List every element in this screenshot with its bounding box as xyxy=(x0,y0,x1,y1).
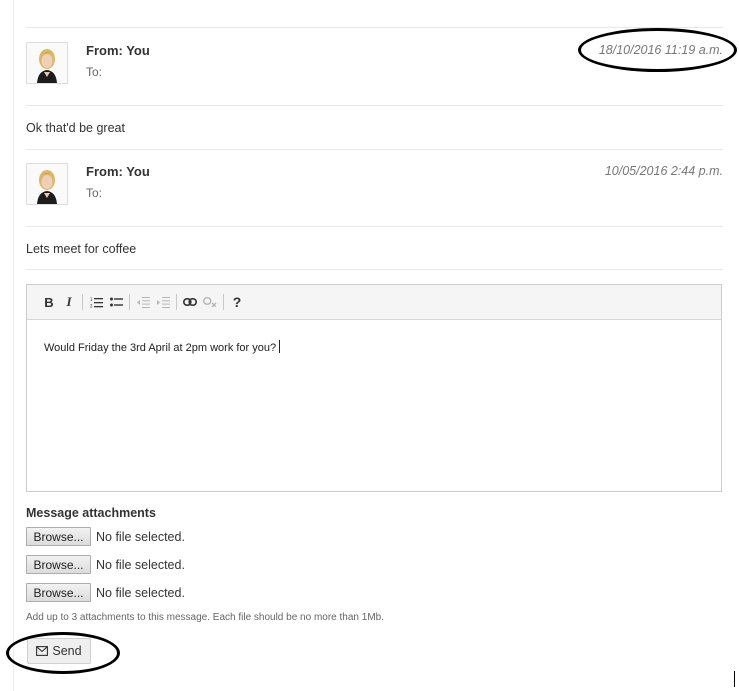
svg-text:1: 1 xyxy=(90,297,93,302)
unordered-list-icon[interactable] xyxy=(106,292,126,312)
svg-text:2: 2 xyxy=(90,303,93,308)
divider xyxy=(26,27,723,28)
recipient-label: To: xyxy=(86,65,103,79)
message-timestamp: 10/05/2016 2:44 p.m. xyxy=(604,164,723,178)
browse-button[interactable]: Browse... xyxy=(26,555,91,574)
editor-toolbar: B I 12 ? xyxy=(27,285,721,320)
file-status: No file selected. xyxy=(96,557,185,572)
file-status: No file selected. xyxy=(96,585,185,600)
divider xyxy=(26,105,723,106)
recipient-label: To: xyxy=(86,186,103,200)
page-left-border xyxy=(13,0,14,691)
avatar xyxy=(26,42,68,84)
attachment-row-2: Browse... No file selected. xyxy=(26,555,185,574)
indent-icon[interactable] xyxy=(153,292,173,312)
message-body-2: Lets meet for coffee xyxy=(26,242,137,256)
annotation-circle-send xyxy=(6,632,120,674)
message-textarea[interactable]: Would Friday the 3rd April at 2pm work f… xyxy=(27,320,721,354)
attachment-row-3: Browse... No file selected. xyxy=(26,583,185,602)
mouse-cursor xyxy=(734,671,735,687)
sender-label: From: You xyxy=(86,164,150,179)
bold-icon[interactable]: B xyxy=(39,292,59,312)
browse-button[interactable]: Browse... xyxy=(26,583,91,602)
attachment-row-1: Browse... No file selected. xyxy=(26,527,185,546)
divider xyxy=(26,149,723,150)
unlink-icon[interactable] xyxy=(200,292,220,312)
editor-content: Would Friday the 3rd April at 2pm work f… xyxy=(44,342,277,354)
reply-editor: B I 12 ? Would Friday the 3rd April at 2… xyxy=(26,284,722,492)
divider xyxy=(26,226,723,227)
outdent-icon[interactable] xyxy=(133,292,153,312)
help-icon[interactable]: ? xyxy=(227,292,247,312)
ordered-list-icon[interactable]: 12 xyxy=(86,292,106,312)
toolbar-separator xyxy=(129,294,130,310)
toolbar-separator xyxy=(82,294,83,310)
attachments-hint: Add up to 3 attachments to this message.… xyxy=(26,612,384,623)
browse-button[interactable]: Browse... xyxy=(26,527,91,546)
message-header-2: From: You To: 10/05/2016 2:44 p.m. xyxy=(26,163,723,223)
italic-icon[interactable]: I xyxy=(59,292,79,312)
divider xyxy=(26,269,723,270)
toolbar-separator xyxy=(223,294,224,310)
file-status: No file selected. xyxy=(96,529,185,544)
avatar xyxy=(26,163,68,205)
link-icon[interactable] xyxy=(180,292,200,312)
sender-label: From: You xyxy=(86,43,150,58)
message-body-1: Ok that'd be great xyxy=(26,121,125,135)
annotation-circle-timestamp xyxy=(578,28,737,72)
text-caret xyxy=(279,340,281,353)
attachments-title: Message attachments xyxy=(26,506,156,520)
toolbar-separator xyxy=(176,294,177,310)
